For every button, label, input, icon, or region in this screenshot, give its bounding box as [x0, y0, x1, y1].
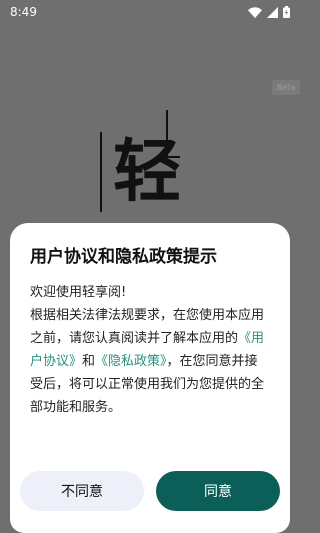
dialog-body: 欢迎使用轻享阅! 根据相关法律法规要求，在您使用本应用之前，请您认真阅读并了解本…	[30, 281, 270, 419]
app-logo: 轻	[100, 110, 196, 222]
privacy-dialog: 用户协议和隐私政策提示 欢迎使用轻享阅! 根据相关法律法规要求，在您使用本应用之…	[10, 223, 290, 533]
agreement-text: 根据相关法律法规要求，在您使用本应用之前，请您认真阅读并了解本应用的《用户协议》…	[30, 304, 270, 419]
dialog-title: 用户协议和隐私政策提示	[30, 247, 217, 267]
status-time: 8:49	[10, 5, 37, 19]
beta-tag: Beta	[272, 80, 300, 95]
privacy-policy-link[interactable]: 《隐私政策》	[95, 354, 167, 369]
logo-frame-left	[100, 132, 102, 212]
logo-character: 轻	[112, 133, 181, 212]
and-text: 和	[82, 354, 96, 369]
decline-button[interactable]: 不同意	[20, 471, 144, 511]
battery-icon	[283, 6, 290, 18]
status-icons	[248, 6, 290, 18]
intro-text: 根据相关法律法规要求，在您使用本应用之前，请您认真阅读并了解本应用的	[30, 308, 265, 346]
welcome-text: 欢迎使用轻享阅!	[30, 285, 127, 300]
status-bar: 8:49	[0, 0, 300, 24]
accept-button[interactable]: 同意	[156, 471, 280, 511]
wifi-icon	[248, 6, 262, 18]
dialog-actions: 不同意 同意	[20, 471, 280, 511]
cellular-signal-icon	[267, 6, 278, 18]
